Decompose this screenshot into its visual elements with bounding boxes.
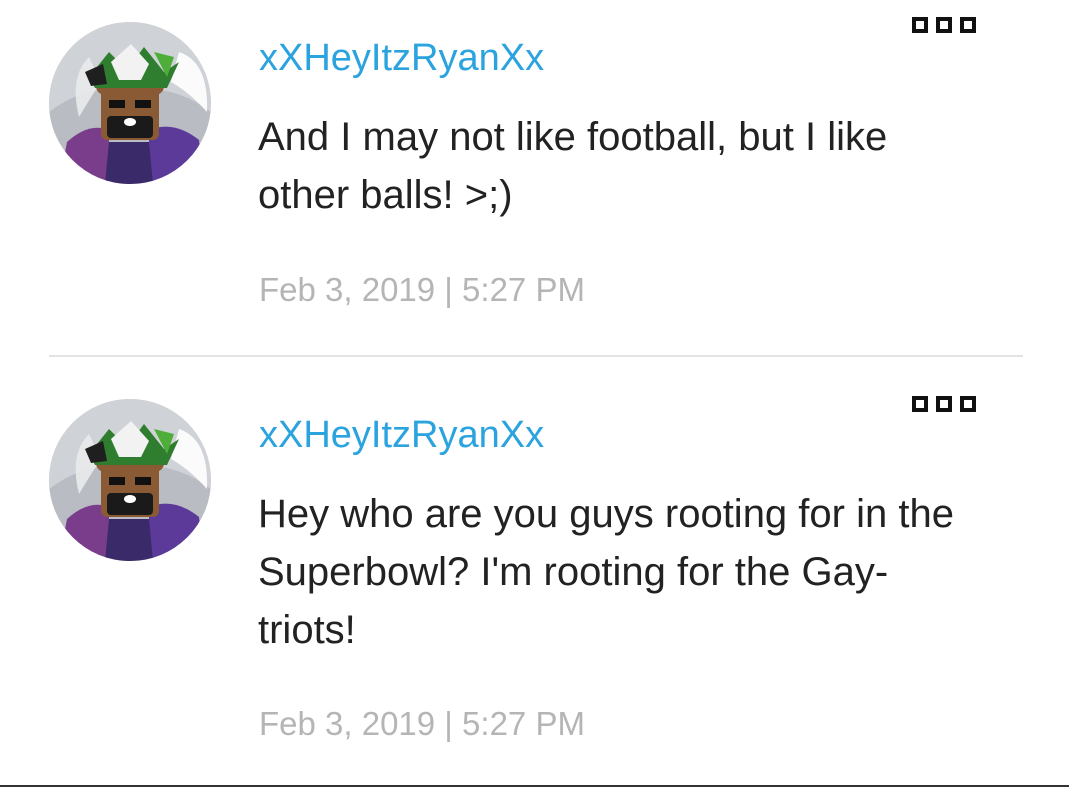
comment-text: Hey who are you guys rooting for in the … xyxy=(258,485,1038,659)
comment-text-line: triots! xyxy=(258,608,356,652)
comment-text-line: Hey who are you guys rooting for in the xyxy=(258,492,954,536)
comment-text: And I may not like football, but I like … xyxy=(258,108,1038,224)
comment-timestamp: Feb 3, 2019 | 5:27 PM xyxy=(259,271,585,308)
more-options-icon[interactable] xyxy=(912,396,1002,420)
comment-text-line: And I may not like football, but I like xyxy=(258,115,888,159)
menu-square-icon xyxy=(936,396,952,412)
comment-item: xXHeyItzRyanXx Hey who are you guys root… xyxy=(0,357,1069,785)
menu-square-icon xyxy=(960,17,976,33)
comment-timestamp: Feb 3, 2019 | 5:27 PM xyxy=(259,705,585,742)
more-options-icon[interactable] xyxy=(912,17,1002,41)
menu-square-icon xyxy=(912,396,928,412)
avatar[interactable] xyxy=(49,22,211,184)
menu-square-icon xyxy=(936,17,952,33)
avatar[interactable] xyxy=(49,399,211,561)
comment-text-line: Superbowl? I'm rooting for the Gay- xyxy=(258,550,889,594)
avatar-image-icon xyxy=(49,399,211,561)
username-link[interactable]: xXHeyItzRyanXx xyxy=(259,413,544,457)
comment-text-line: other balls! >;) xyxy=(258,173,513,217)
avatar-image-icon xyxy=(49,22,211,184)
menu-square-icon xyxy=(912,17,928,33)
comment-item: xXHeyItzRyanXx And I may not like footba… xyxy=(0,0,1069,356)
menu-square-icon xyxy=(960,396,976,412)
username-link[interactable]: xXHeyItzRyanXx xyxy=(259,36,544,80)
comment-feed: xXHeyItzRyanXx And I may not like footba… xyxy=(0,0,1069,787)
